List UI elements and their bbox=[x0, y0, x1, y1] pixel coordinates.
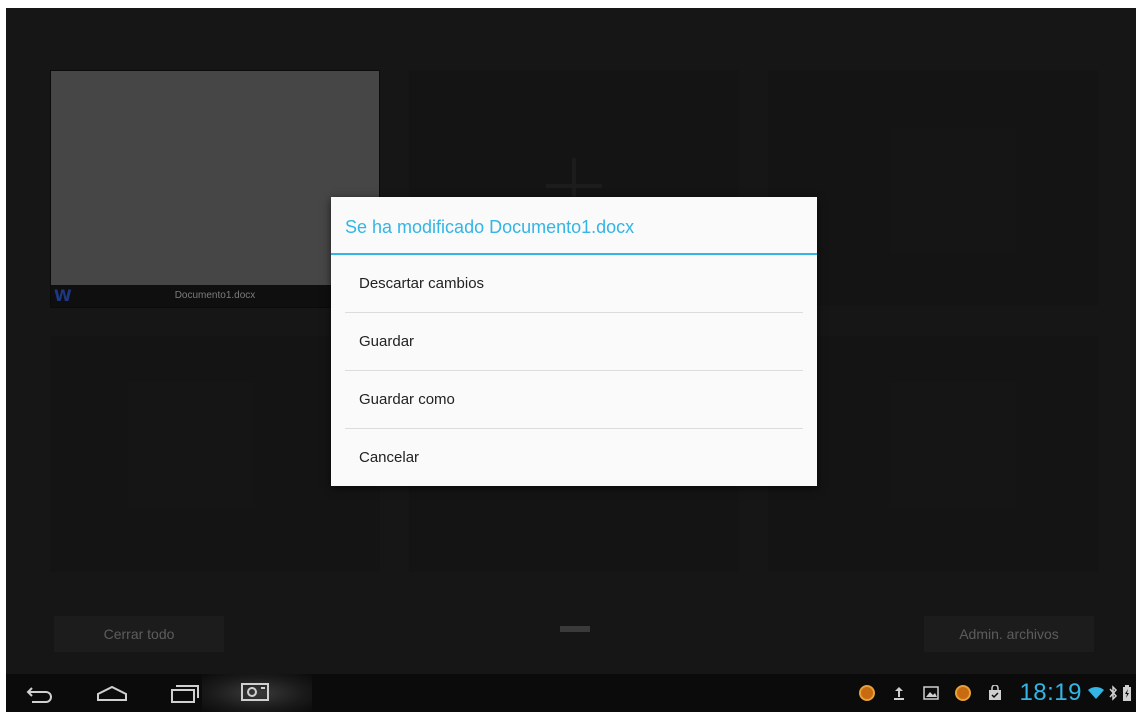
back-icon[interactable] bbox=[20, 674, 60, 712]
wifi-icon bbox=[1088, 685, 1104, 701]
gallery-icon bbox=[923, 685, 940, 701]
save-option[interactable]: Guardar bbox=[331, 313, 817, 371]
system-bar: 18:19 bbox=[6, 674, 1136, 712]
document-switcher: W Documento1.docx Cerrar todo Admin. arc… bbox=[6, 8, 1136, 674]
status-area[interactable]: 18:19 bbox=[843, 674, 1132, 712]
screenshot-icon[interactable] bbox=[236, 674, 276, 712]
upload-icon bbox=[891, 685, 907, 701]
notification-orange-icon bbox=[955, 685, 972, 701]
save-as-option[interactable]: Guardar como bbox=[331, 371, 817, 429]
discard-changes-option[interactable]: Descartar cambios bbox=[331, 255, 817, 313]
bluetooth-icon bbox=[1108, 685, 1118, 701]
recent-apps-icon[interactable] bbox=[162, 674, 202, 712]
clock: 18:19 bbox=[1019, 679, 1082, 706]
home-icon[interactable] bbox=[92, 674, 132, 712]
unsaved-changes-dialog: Se ha modificado Documento1.docx Descart… bbox=[331, 197, 817, 486]
notification-orange-icon bbox=[859, 685, 876, 701]
shopping-bag-icon bbox=[987, 684, 1003, 701]
dialog-title: Se ha modificado Documento1.docx bbox=[331, 197, 817, 255]
battery-icon bbox=[1122, 685, 1132, 701]
tablet-screen: W Documento1.docx Cerrar todo Admin. arc… bbox=[6, 8, 1136, 712]
cancel-option[interactable]: Cancelar bbox=[331, 429, 817, 487]
